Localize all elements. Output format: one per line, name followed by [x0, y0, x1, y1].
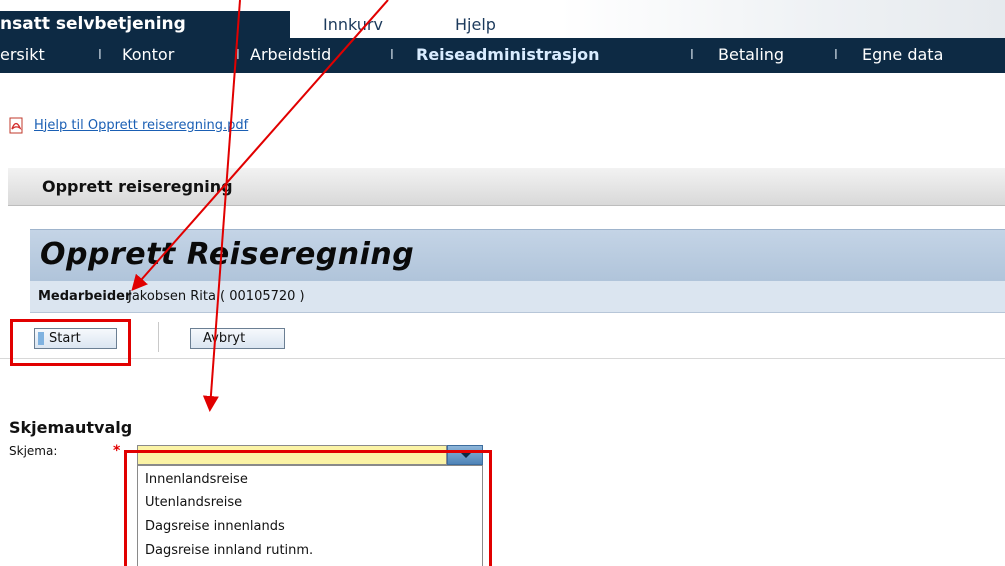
nav-item-betaling[interactable]: Betaling: [718, 38, 784, 73]
nav-separator: I: [98, 48, 102, 63]
form-field-label: Skjema:: [9, 444, 58, 458]
nav-separator: I: [690, 48, 694, 63]
nav-separator: I: [390, 48, 394, 63]
nav-item-kontor[interactable]: Kontor: [122, 38, 174, 73]
highlight-box-dropdown: [124, 450, 492, 566]
help-link-text[interactable]: Hjelp til Opprett reiseregning.pdf: [34, 118, 248, 133]
nav-item-arbeidstid[interactable]: Arbeidstid: [250, 38, 331, 73]
form-header-title: Opprett Reiseregning: [40, 237, 415, 272]
tab-hjelp[interactable]: Hjelp: [455, 11, 496, 38]
tab-innkurv[interactable]: Innkurv: [323, 11, 383, 38]
top-tab-bar-fade: [560, 0, 1005, 38]
nav-separator: I: [834, 48, 838, 63]
nav-item-egne-data[interactable]: Egne data: [862, 38, 943, 73]
toolbar-divider-line: [0, 358, 1005, 359]
highlight-box-start: [10, 319, 131, 366]
nav-item-oversikt[interactable]: ersikt: [0, 38, 45, 73]
employee-label: Medarbeider: [38, 289, 132, 304]
section-title: Skjemautvalg: [9, 418, 133, 437]
employee-value: Jakobsen Rita ( 00105720 ): [128, 289, 305, 304]
screenshot-root: nsatt selvbetjening Innkurv Hjelp ersikt…: [0, 0, 1005, 566]
nav-separator: I: [236, 48, 240, 63]
cancel-button[interactable]: Avbryt: [190, 328, 285, 349]
top-tab-bar: nsatt selvbetjening Innkurv Hjelp: [0, 0, 1005, 38]
tab-employee-self-service[interactable]: nsatt selvbetjening: [0, 11, 290, 38]
page-title: Opprett reiseregning: [42, 177, 233, 196]
help-pdf-link[interactable]: Hjelp til Opprett reiseregning.pdf: [8, 116, 248, 134]
page-title-bar: Opprett reiseregning: [8, 168, 1005, 206]
main-navigation: ersikt I Kontor I Arbeidstid I Reiseadmi…: [0, 38, 1005, 73]
required-marker: *: [113, 443, 121, 459]
nav-item-reiseadministrasjon[interactable]: Reiseadministrasjon: [416, 38, 600, 73]
pdf-icon: [8, 117, 25, 134]
toolbar-divider: [158, 322, 159, 352]
